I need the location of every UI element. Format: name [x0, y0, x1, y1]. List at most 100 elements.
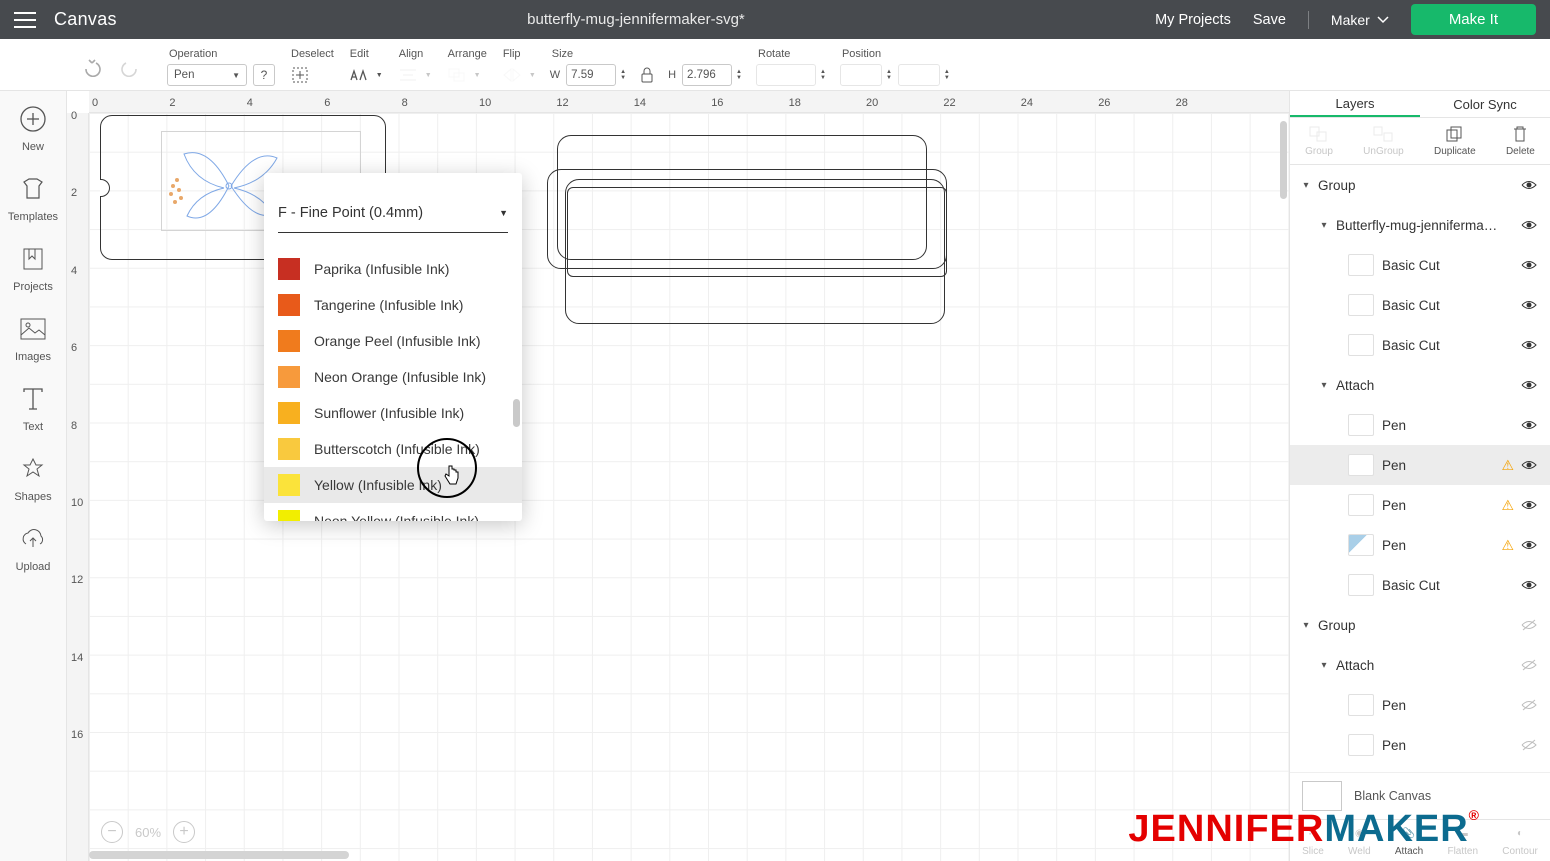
- make-it-button[interactable]: Make It: [1411, 4, 1536, 35]
- pen-type-select[interactable]: F - Fine Point (0.4mm) ▼: [278, 197, 508, 233]
- visibility-on-icon[interactable]: [1520, 178, 1540, 192]
- position-label: Position: [840, 48, 950, 60]
- layer-thumb: [1348, 574, 1374, 596]
- layer-row[interactable]: ▾Group: [1290, 165, 1550, 205]
- layer-name: Basic Cut: [1382, 258, 1520, 273]
- layer-row[interactable]: Basic Cut: [1290, 285, 1550, 325]
- layer-row[interactable]: Pen: [1290, 725, 1550, 765]
- visibility-off-icon[interactable]: [1520, 658, 1540, 672]
- sidebar-item-upload[interactable]: Upload: [16, 523, 51, 573]
- sidebar-item-projects[interactable]: Projects: [13, 243, 53, 293]
- sidebar-item-images[interactable]: Images: [15, 313, 51, 363]
- action-duplicate[interactable]: Duplicate: [1434, 125, 1476, 157]
- layer-row[interactable]: Basic Cut: [1290, 325, 1550, 365]
- ruler-horizontal: 0246810121416182022242628: [89, 91, 1289, 113]
- blank-canvas-label: Blank Canvas: [1354, 789, 1431, 803]
- redo-icon[interactable]: [118, 57, 140, 79]
- visibility-on-icon[interactable]: [1520, 578, 1540, 592]
- layer-row[interactable]: Pen⚠: [1290, 445, 1550, 485]
- caret-icon[interactable]: ▾: [1318, 380, 1330, 391]
- canvas-scrollbar-v[interactable]: [1280, 121, 1287, 199]
- height-input[interactable]: 2.796: [682, 64, 732, 86]
- visibility-on-icon[interactable]: [1520, 538, 1540, 552]
- layer-row[interactable]: Pen: [1290, 405, 1550, 445]
- layer-name: Pen: [1382, 418, 1520, 433]
- edit-icon[interactable]: [348, 64, 370, 86]
- ruler-tick: 18: [789, 97, 801, 109]
- layer-row[interactable]: Pen⚠: [1290, 485, 1550, 525]
- layer-row[interactable]: ▾Attach: [1290, 365, 1550, 405]
- machine-dropdown[interactable]: Maker: [1331, 12, 1389, 28]
- edit-label: Edit: [348, 48, 383, 60]
- pen-color-list: Paprika (Infusible Ink) Tangerine (Infusi…: [264, 251, 522, 521]
- visibility-on-icon[interactable]: [1520, 418, 1540, 432]
- color-option[interactable]: Paprika (Infusible Ink): [264, 251, 522, 287]
- layer-row[interactable]: Pen: [1290, 685, 1550, 725]
- sidebar-label: Text: [23, 421, 43, 433]
- tab-layers[interactable]: Layers: [1290, 91, 1420, 117]
- undo-icon[interactable]: [82, 57, 104, 79]
- width-input[interactable]: 7.59: [566, 64, 616, 86]
- select-all-icon[interactable]: [289, 64, 311, 86]
- visibility-off-icon[interactable]: [1520, 698, 1540, 712]
- color-option[interactable]: Sunflower (Infusible Ink): [264, 395, 522, 431]
- layer-row[interactable]: ▾Attach: [1290, 645, 1550, 685]
- color-option[interactable]: Yellow (Infusible Ink): [264, 467, 522, 503]
- layer-row[interactable]: ▾Group: [1290, 605, 1550, 645]
- caret-icon[interactable]: ▾: [1318, 660, 1330, 671]
- color-option[interactable]: Butterscotch (Infusible Ink): [264, 431, 522, 467]
- visibility-on-icon[interactable]: [1520, 458, 1540, 472]
- sidebar-item-templates[interactable]: Templates: [8, 173, 58, 223]
- save-link[interactable]: Save: [1253, 12, 1286, 28]
- canvas-object-wrap-inner[interactable]: [567, 187, 947, 277]
- visibility-off-icon[interactable]: [1520, 738, 1540, 752]
- zoom-value: 60%: [135, 825, 161, 840]
- layer-row[interactable]: Basic Cut: [1290, 565, 1550, 605]
- color-name: Paprika (Infusible Ink): [314, 261, 449, 277]
- sidebar-item-new[interactable]: New: [17, 103, 49, 153]
- color-name: Sunflower (Infusible Ink): [314, 405, 464, 421]
- action-delete[interactable]: Delete: [1506, 125, 1535, 157]
- menu-hamburger-icon[interactable]: [14, 12, 36, 28]
- operation-select[interactable]: Pen ▼: [167, 64, 247, 86]
- color-option[interactable]: Tangerine (Infusible Ink): [264, 287, 522, 323]
- color-option[interactable]: Neon Orange (Infusible Ink): [264, 359, 522, 395]
- layer-thumb: [1348, 414, 1374, 436]
- width-stepper[interactable]: ▲▼: [620, 69, 626, 81]
- color-option[interactable]: Orange Peel (Infusible Ink): [264, 323, 522, 359]
- visibility-on-icon[interactable]: [1520, 218, 1540, 232]
- sidebar-item-shapes[interactable]: Shapes: [14, 453, 51, 503]
- my-projects-link[interactable]: My Projects: [1155, 12, 1231, 28]
- sidebar-item-text[interactable]: Text: [17, 383, 49, 433]
- tab-colorsync[interactable]: Color Sync: [1420, 91, 1550, 117]
- caret-icon[interactable]: ▾: [1300, 620, 1312, 631]
- layer-row[interactable]: ▾Butterfly-mug-jenniferma…: [1290, 205, 1550, 245]
- visibility-on-icon[interactable]: [1520, 338, 1540, 352]
- layer-thumb: [1348, 334, 1374, 356]
- lock-icon[interactable]: [636, 64, 658, 86]
- watermark-logo: JENNIFERMAKER®: [1128, 807, 1480, 851]
- divider: [1308, 11, 1309, 29]
- caret-icon[interactable]: ▾: [1318, 220, 1330, 231]
- zoom-out-button[interactable]: −: [101, 821, 123, 843]
- canvas-scrollbar-h[interactable]: [89, 851, 349, 859]
- bookmark-icon: [17, 243, 49, 275]
- color-swatch: [278, 294, 300, 316]
- ungroup-icon: [1373, 125, 1393, 143]
- visibility-off-icon[interactable]: [1520, 618, 1540, 632]
- layer-row[interactable]: Basic Cut: [1290, 245, 1550, 285]
- layer-row[interactable]: Pen⚠: [1290, 525, 1550, 565]
- height-stepper[interactable]: ▲▼: [736, 69, 742, 81]
- canvas-area[interactable]: 0246810121416182022242628 0246810121416: [67, 91, 1289, 861]
- color-list-scrollbar[interactable]: [513, 399, 520, 427]
- color-option[interactable]: Neon Yellow (Infusible Ink): [264, 503, 522, 521]
- caret-icon[interactable]: ▾: [1300, 180, 1312, 191]
- visibility-on-icon[interactable]: [1520, 378, 1540, 392]
- visibility-on-icon[interactable]: [1520, 258, 1540, 272]
- operation-help-button[interactable]: ?: [253, 64, 275, 86]
- visibility-on-icon[interactable]: [1520, 498, 1540, 512]
- zoom-in-button[interactable]: +: [173, 821, 195, 843]
- layer-thumb: [1348, 254, 1374, 276]
- chevron-down-icon: [1377, 16, 1389, 24]
- visibility-on-icon[interactable]: [1520, 298, 1540, 312]
